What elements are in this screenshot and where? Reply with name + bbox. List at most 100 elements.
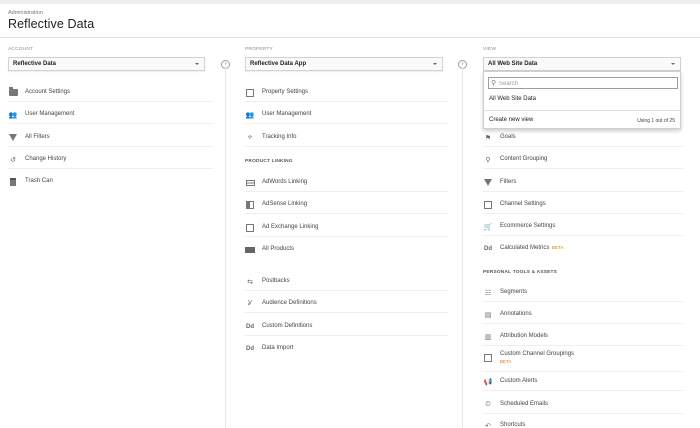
column-divider	[462, 66, 463, 428]
products-icon	[245, 245, 255, 254]
dd-icon: Dd	[246, 345, 254, 352]
property-settings-item[interactable]: Property Settings	[245, 84, 448, 102]
custom-alerts-label: Custom Alerts	[500, 378, 538, 384]
trash-icon	[8, 177, 18, 186]
annotations-item[interactable]: ▤ Annotations	[483, 306, 683, 324]
segments-item[interactable]: ☷ Segments	[483, 284, 683, 302]
custom-channel-groupings-item[interactable]: Custom Channel Groupings BETA	[483, 348, 683, 372]
bar-chart-icon: ▥	[484, 333, 492, 341]
custom-alerts-item[interactable]: 📢 Custom Alerts	[483, 373, 683, 391]
account-settings-label: Account Settings	[25, 89, 71, 95]
custom-definitions-item[interactable]: Dd Custom Definitions	[245, 318, 448, 336]
view-option[interactable]: All Web Site Data	[489, 96, 536, 102]
view-select[interactable]: All Web Site Data	[483, 57, 681, 71]
data-import-item[interactable]: Dd Data Import	[245, 340, 448, 358]
view-search-box[interactable]: ⚲	[488, 77, 678, 89]
channel-settings-item[interactable]: Channel Settings	[483, 196, 683, 214]
chevron-down-icon	[433, 63, 437, 65]
page-title: Reflective Data	[8, 17, 95, 31]
grouping-icon: ⚲	[485, 156, 491, 164]
account-select-value: Reflective Data	[13, 61, 57, 67]
channel-group-icon	[483, 353, 493, 362]
postbacks-item[interactable]: ⇆ Postbacks	[245, 273, 448, 291]
attribution-models-item[interactable]: ▥ Attribution Models	[483, 328, 683, 346]
history-icon: ↺	[10, 156, 16, 164]
flag-icon: ⚑	[484, 134, 492, 142]
account-settings-item[interactable]: Account Settings	[8, 84, 213, 102]
filters-label: Filters	[500, 179, 517, 185]
property-user-management-label: User Management	[262, 111, 312, 117]
account-user-management-label: User Management	[25, 111, 75, 117]
audience-definitions-label: Audience Definitions	[262, 300, 317, 306]
property-select[interactable]: Reflective Data App	[245, 57, 443, 71]
annotation-icon: ▤	[484, 311, 492, 319]
top-bar	[0, 0, 700, 4]
audience-definitions-item[interactable]: Ỿ Audience Definitions	[245, 295, 448, 313]
scheduled-emails-item[interactable]: ⏲ Scheduled Emails	[483, 396, 683, 414]
property-heading: PROPERTY	[245, 47, 273, 52]
trash-can-item[interactable]: Trash Can	[8, 173, 213, 191]
tracking-info-label: Tracking Info	[262, 134, 297, 140]
shortcut-icon: ↶	[485, 422, 491, 428]
view-select-value: All Web Site Data	[488, 61, 538, 67]
property-user-management-item[interactable]: 👥 User Management	[245, 106, 448, 124]
all-products-item[interactable]: All Products	[245, 241, 448, 259]
cart-icon: 🛒	[483, 223, 493, 231]
attribution-models-label: Attribution Models	[500, 333, 549, 339]
view-dropdown: ⚲ All Web Site Data Create new view Usin…	[483, 71, 681, 129]
trash-can-label: Trash Can	[25, 178, 53, 184]
view-usage-count: Using 1 out of 25	[637, 118, 675, 124]
content-grouping-item[interactable]: ⚲ Content Grouping	[483, 151, 683, 169]
create-new-view-link[interactable]: Create new view	[489, 117, 533, 123]
ecommerce-settings-item[interactable]: 🛒 Ecommerce Settings	[483, 218, 683, 236]
calculated-metrics-item[interactable]: Dd Calculated Metrics BETA	[483, 240, 683, 258]
megaphone-icon: 📢	[483, 378, 493, 386]
ad-exchange-linking-item[interactable]: Ad Exchange Linking	[245, 219, 448, 237]
view-search-input[interactable]	[499, 79, 669, 88]
tracking-info-item[interactable]: ⟡ Tracking Info	[245, 129, 448, 147]
all-products-label: All Products	[262, 246, 295, 252]
custom-definitions-label: Custom Definitions	[262, 323, 313, 329]
chevron-down-icon	[195, 63, 199, 65]
segments-label: Segments	[500, 289, 528, 295]
view-heading: VIEW	[483, 47, 497, 52]
change-history-item[interactable]: ↺ Change History	[8, 151, 213, 169]
calculated-metrics-label: Calculated Metrics BETA	[500, 245, 563, 251]
annotations-label: Annotations	[500, 311, 532, 317]
audience-icon: Ỿ	[247, 300, 253, 307]
data-import-label: Data Import	[262, 345, 294, 351]
filter-icon	[483, 178, 493, 187]
goals-label: Goals	[500, 134, 516, 140]
custom-channel-groupings-label: Custom Channel Groupings	[500, 351, 575, 357]
filters-item[interactable]: Filters	[483, 174, 683, 192]
adsense-icon	[245, 200, 255, 209]
shortcuts-item[interactable]: ↶ Shortcuts	[483, 417, 683, 428]
adsense-linking-label: AdSense Linking	[262, 201, 308, 207]
building-icon	[8, 87, 18, 97]
postbacks-label: Postbacks	[262, 278, 290, 284]
chevron-down-icon	[671, 63, 675, 65]
account-select[interactable]: Reflective Data	[8, 57, 205, 71]
adwords-linking-item[interactable]: AdWords Linking	[245, 174, 448, 192]
clock-icon: ⏲	[485, 400, 491, 408]
settings-box-icon	[245, 88, 255, 97]
all-filters-item[interactable]: All Filters	[8, 129, 213, 147]
personal-tools-heading: PERSONAL TOOLS & ASSETS	[483, 270, 558, 275]
dropdown-divider	[484, 110, 680, 111]
ad-exchange-linking-label: Ad Exchange Linking	[262, 224, 319, 230]
adsense-linking-item[interactable]: AdSense Linking	[245, 196, 448, 214]
filter-icon	[8, 133, 18, 142]
breadcrumb: Administration	[8, 10, 43, 16]
adwords-linking-label: AdWords Linking	[262, 179, 308, 185]
people-icon: 👥	[245, 111, 255, 119]
channel-settings-label: Channel Settings	[500, 201, 546, 207]
account-heading: ACCOUNT	[8, 47, 34, 52]
goals-item[interactable]: ⚑ Goals	[483, 129, 683, 147]
adexchange-icon	[245, 223, 255, 232]
content-grouping-label: Content Grouping	[500, 156, 548, 162]
search-icon: ⚲	[491, 80, 497, 87]
scheduled-emails-label: Scheduled Emails	[500, 401, 549, 407]
account-user-management-item[interactable]: 👥 User Management	[8, 106, 213, 124]
adwords-icon	[245, 178, 255, 187]
change-history-label: Change History	[25, 156, 67, 162]
